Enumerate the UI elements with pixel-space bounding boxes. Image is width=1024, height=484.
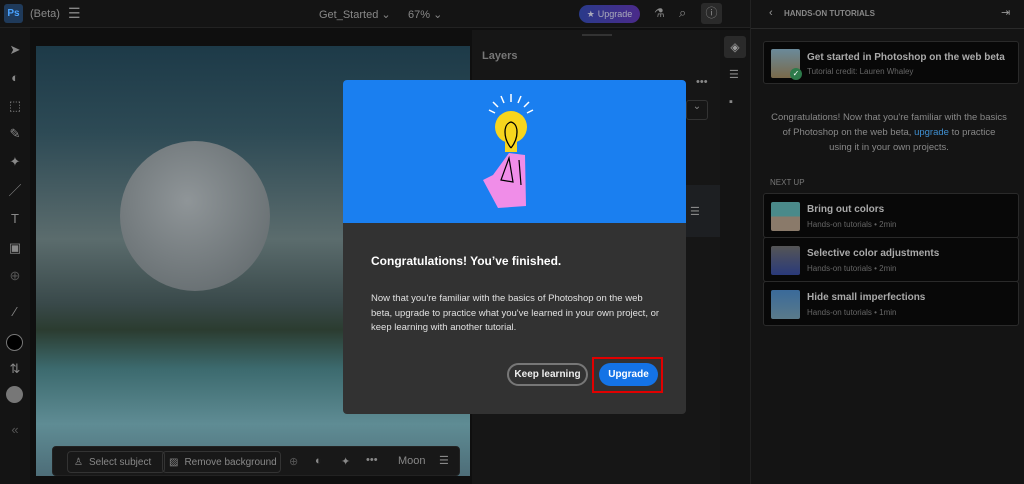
layers-more-icon[interactable]: ••• xyxy=(696,76,708,88)
list-item[interactable]: Bring out colors Hands-on tutorials • 2m… xyxy=(763,193,1019,238)
image-icon: ▨ xyxy=(169,456,179,468)
dialog-body: Now that you're familiar with the basics… xyxy=(371,293,660,333)
hero-illustration xyxy=(343,80,686,223)
tutorial-title: Get started in Photoshop on the web beta xyxy=(807,52,1005,63)
comments-icon[interactable]: ▪ xyxy=(729,96,733,108)
tutorial-title: Hide small imperfections xyxy=(807,292,926,303)
image-tool-icon[interactable]: ▣ xyxy=(7,240,23,256)
help-icon[interactable]: ⓘ xyxy=(701,3,722,24)
adjustments-icon[interactable]: ☰ xyxy=(729,68,739,81)
select-subject-button[interactable]: ♙ Select subject xyxy=(67,451,165,473)
upgrade-label: Upgrade xyxy=(597,9,633,19)
list-item[interactable]: Selective color adjustments Hands-on tut… xyxy=(763,237,1019,282)
tutorial-title: Bring out colors xyxy=(807,204,885,215)
tutorial-meta: Hands-on tutorials • 1min xyxy=(807,308,897,317)
move-tool-icon[interactable]: ➤ xyxy=(7,42,23,58)
sparkle-icon[interactable]: ✦ xyxy=(341,455,350,468)
document-name: Get_Started xyxy=(319,9,379,21)
beta-label: (Beta) xyxy=(30,8,60,20)
check-icon: ✓ xyxy=(790,68,802,80)
tutorial-thumbnail xyxy=(771,290,800,319)
more-icon[interactable]: ••• xyxy=(366,454,378,466)
exit-panel-icon[interactable]: ⇥ xyxy=(1001,6,1010,19)
star-icon: ★ xyxy=(586,8,595,19)
panel-strip: ◈ ☰ ▪ xyxy=(720,30,750,484)
remove-background-label: Remove background xyxy=(184,456,277,468)
tutorial-title: Selective color adjustments xyxy=(807,248,940,259)
document-name-dropdown[interactable]: Get_Started ⌄ xyxy=(319,8,391,21)
drag-handle[interactable] xyxy=(582,34,612,36)
back-icon[interactable]: ‹ xyxy=(769,7,773,19)
current-tutorial-card[interactable]: ✓ Get started in Photoshop on the web be… xyxy=(763,41,1019,84)
lightbulb-hand-illustration xyxy=(483,94,534,208)
person-icon: ♙ xyxy=(74,456,83,468)
adjust-tool-icon[interactable]: ◐ xyxy=(7,70,23,86)
photoshop-logo: Ps xyxy=(4,4,23,23)
zoom-dropdown[interactable]: 67% ⌄ xyxy=(408,8,442,21)
layer-properties-icon[interactable]: ☰ xyxy=(690,205,700,218)
add-shape-icon[interactable]: ⊕ xyxy=(7,268,23,284)
list-item[interactable]: Hide small imperfections Hands-on tutori… xyxy=(763,281,1019,326)
eyedropper-icon[interactable]: ⁄ xyxy=(7,304,23,320)
background-color-swatch[interactable] xyxy=(6,386,23,403)
upgrade-link[interactable]: upgrade xyxy=(914,127,949,138)
add-layer-icon[interactable]: ⊕ xyxy=(289,455,298,468)
selection-tool-icon[interactable]: ⬚ xyxy=(7,98,23,114)
next-up-label: NEXT UP xyxy=(770,178,805,187)
type-tool-icon[interactable]: T xyxy=(7,211,23,227)
keep-learning-button[interactable]: Keep learning xyxy=(507,363,588,386)
zoom-level: 67% xyxy=(408,9,431,21)
highlight-box xyxy=(592,357,663,393)
select-subject-label: Select subject xyxy=(88,456,152,468)
top-bar: Ps (Beta) ☰ Get_Started ⌄ 67% ⌄ ★ Upgrade… xyxy=(0,0,750,28)
tutorial-credit: Tutorial credit: Lauren Whaley xyxy=(807,67,914,76)
search-icon[interactable]: ⌕ xyxy=(679,5,686,21)
layers-title: Layers xyxy=(482,50,518,62)
layers-icon[interactable]: ◈ xyxy=(724,36,746,58)
tutorial-meta: Hands-on tutorials • 2min xyxy=(807,220,897,229)
upgrade-button[interactable]: ★ Upgrade xyxy=(579,5,640,23)
contextual-taskbar: ♙ Select subject ▨ Remove background ⊕ ◐ ✦… xyxy=(52,446,460,476)
properties-icon[interactable]: ☰ xyxy=(439,454,449,467)
menu-icon[interactable]: ☰ xyxy=(68,5,81,22)
tutorial-thumbnail xyxy=(771,246,800,275)
tools-panel: ➤ ◐ ⬚ ✎ ✦ ／ T ▣ ⊕ ⁄ ⇅ « xyxy=(0,28,30,484)
remove-background-button[interactable]: ▨ Remove background xyxy=(162,451,281,473)
divider xyxy=(751,28,1024,29)
blend-mode-dropdown[interactable]: ⌄ xyxy=(686,100,708,120)
layer-name: Moon xyxy=(398,455,426,467)
swap-colors-icon[interactable]: ⇅ xyxy=(7,361,23,377)
flask-icon[interactable]: ⚗ xyxy=(654,6,665,20)
brush-tool-icon[interactable]: ／ xyxy=(7,183,23,199)
healing-tool-icon[interactable]: ✎ xyxy=(7,126,23,142)
moon xyxy=(120,141,270,291)
generative-fill-icon[interactable]: ✦ xyxy=(7,154,23,170)
tutorials-panel: ‹ HANDS-ON TUTORIALS ⇥ ✓ Get started in … xyxy=(750,0,1024,484)
foreground-color-swatch[interactable] xyxy=(6,334,23,351)
adjustment-icon[interactable]: ◐ xyxy=(315,455,322,467)
dialog-title: Congratulations! You’ve finished. xyxy=(371,254,562,268)
tutorial-meta: Hands-on tutorials • 2min xyxy=(807,264,897,273)
tutorial-thumbnail xyxy=(771,202,800,231)
congrats-text: Congratulations! Now that you're familia… xyxy=(771,110,1007,155)
collapse-icon[interactable]: « xyxy=(7,422,23,438)
panel-title: HANDS-ON TUTORIALS xyxy=(784,9,875,18)
